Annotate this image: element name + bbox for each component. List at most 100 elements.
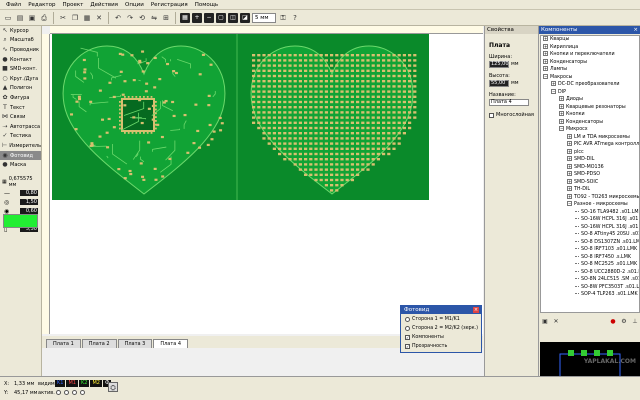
component-folder[interactable]: − DIP: [541, 88, 639, 97]
board-tab[interactable]: Плата 1: [46, 339, 81, 348]
checkbox[interactable]: ✓: [405, 344, 410, 349]
height-input[interactable]: 55,00: [489, 80, 509, 87]
expand-icon[interactable]: +: [559, 103, 564, 109]
tool-pad[interactable]: ● Контакт: [0, 55, 41, 65]
zoom-in-icon[interactable]: +: [192, 12, 202, 23]
save-icon[interactable]: ▣: [541, 318, 549, 326]
component-item[interactable]: SO-8 ATtiny45 20SU .s01: [541, 231, 639, 239]
component-folder[interactable]: + SMD-SOIC: [541, 178, 639, 187]
menu-item[interactable]: Файл: [6, 2, 21, 8]
collapse-icon[interactable]: −: [567, 201, 572, 206]
cut-icon[interactable]: ✂: [58, 13, 68, 23]
grid-icon[interactable]: ▦: [180, 12, 190, 23]
settings-icon[interactable]: ⚙: [620, 318, 628, 326]
tool-cursor[interactable]: ↖ Курсор: [0, 26, 41, 36]
close-icon[interactable]: ×: [473, 307, 479, 313]
tool-photoview[interactable]: ◉ Фотовид: [0, 150, 41, 161]
layer-radio[interactable]: [56, 390, 61, 395]
layer-toggle[interactable]: M1: [66, 380, 78, 387]
expand-icon[interactable]: +: [567, 163, 572, 169]
undo-icon[interactable]: ↶: [113, 13, 123, 23]
record-icon[interactable]: ●: [609, 318, 617, 326]
expand-icon[interactable]: +: [559, 96, 564, 101]
delete-icon[interactable]: ✕: [94, 13, 104, 23]
component-item[interactable]: SO-8N 24LC515 .SM .s01: [541, 276, 639, 284]
zoom-select-icon[interactable]: ◪: [240, 12, 250, 23]
component-folder[interactable]: − Макросы: [541, 73, 639, 82]
align-icon[interactable]: ⊞: [161, 13, 171, 23]
expand-icon[interactable]: +: [543, 58, 548, 64]
component-item[interactable]: SO-8 IRF7450 .s.LMK: [541, 254, 639, 262]
component-folder[interactable]: + Конденсаторы: [541, 58, 639, 67]
component-folder[interactable]: + SMD-DIL: [541, 156, 639, 164]
menu-item[interactable]: Проект: [62, 2, 83, 8]
component-item[interactable]: SO-16W HCPL 316J .s01: [541, 216, 639, 224]
radio-button[interactable]: [405, 326, 410, 331]
component-folder[interactable]: + Кварцы: [541, 36, 639, 44]
tool-ruler[interactable]: ⊢ Измеритель: [0, 141, 41, 151]
expand-icon[interactable]: +: [567, 193, 572, 199]
zoom-level-field[interactable]: 5 мм: [252, 12, 276, 23]
save-icon[interactable]: ▣: [27, 13, 37, 23]
expand-icon[interactable]: +: [567, 148, 572, 154]
layer-toggle[interactable]: K2: [78, 380, 90, 387]
component-folder[interactable]: + Кнопки и переключатели: [541, 51, 639, 59]
param-value-field[interactable]: 0,80: [20, 190, 38, 197]
new-file-icon[interactable]: ▭: [3, 13, 13, 23]
expand-icon[interactable]: +: [559, 111, 564, 116]
rotate-icon[interactable]: ⟲: [137, 13, 147, 23]
component-folder[interactable]: + Диоды: [541, 96, 639, 104]
component-folder[interactable]: + TO92 - TO263 микросхемы: [541, 193, 639, 202]
lock-icon[interactable]: ⚿: [278, 13, 288, 23]
component-folder[interactable]: − Микросх: [541, 126, 639, 134]
expand-icon[interactable]: +: [543, 36, 548, 41]
component-folder[interactable]: + SMD-PDSO: [541, 171, 639, 179]
expand-icon[interactable]: +: [551, 81, 556, 86]
menu-item[interactable]: Опции: [125, 2, 144, 8]
collapse-icon[interactable]: −: [543, 73, 548, 79]
multilayer-checkbox[interactable]: [489, 112, 494, 118]
name-input[interactable]: Плата 4: [489, 99, 529, 106]
photoview-option[interactable]: ✓ Прозрачность: [401, 343, 481, 350]
component-item[interactable]: SO-16W HCPL 316J .s01: [541, 224, 639, 232]
component-folder[interactable]: + Кириллица: [541, 43, 639, 52]
tool-test[interactable]: ✓ Тестика: [0, 132, 41, 142]
radio-button[interactable]: [405, 317, 410, 322]
menu-item[interactable]: Помощь: [195, 2, 218, 8]
expand-icon[interactable]: +: [543, 51, 548, 56]
tool-circle[interactable]: ○ Круг./Дуга: [0, 74, 41, 84]
expand-icon[interactable]: +: [559, 118, 564, 124]
board-canvas[interactable]: [50, 34, 483, 334]
layer-radio[interactable]: [80, 390, 85, 395]
component-folder[interactable]: + PIC AVR ATmega контролл.: [541, 141, 639, 149]
expand-icon[interactable]: +: [567, 156, 572, 161]
component-item[interactable]: SO-8 IRF7103 .s01.LMK: [541, 246, 639, 254]
paste-icon[interactable]: ▦: [82, 13, 92, 23]
tool-track[interactable]: ∿ Проводник: [0, 45, 41, 55]
zoom-board-icon[interactable]: ◫: [228, 12, 238, 23]
tool-text[interactable]: T Текст: [0, 103, 41, 113]
checkbox[interactable]: ✓: [405, 335, 410, 340]
mirror-icon[interactable]: ⇋: [149, 13, 159, 23]
help-icon[interactable]: ?: [290, 13, 300, 23]
component-item[interactable]: SO-16 TLA9482 .s01.LMK: [541, 209, 639, 217]
param-value-field[interactable]: 1,50: [20, 199, 38, 206]
redo-icon[interactable]: ↷: [125, 13, 135, 23]
close-icon[interactable]: ×: [633, 26, 638, 34]
layer-radio[interactable]: [72, 390, 77, 395]
tool-polygon[interactable]: ▲ Полигон: [0, 84, 41, 94]
component-folder[interactable]: + LM и TDA микросхемы: [541, 133, 639, 142]
tool-mask[interactable]: ● Маска: [0, 160, 41, 170]
component-item[interactable]: SO-8 DS1307ZN .s01.LMK: [541, 239, 639, 247]
layer-settings-icon[interactable]: ⛭: [108, 382, 118, 392]
copy-icon[interactable]: ❐: [70, 13, 80, 23]
photoview-option[interactable]: Сторона 1 = M1/K1: [401, 316, 481, 323]
tool-autoroute[interactable]: ⇢ Автотрасса: [0, 122, 41, 132]
component-item[interactable]: SO-8W PFC3503T .s01.LMK: [541, 284, 639, 292]
component-folder[interactable]: + plcc: [541, 148, 639, 157]
component-item[interactable]: SO-8 UCC2880D-2 .s01.LMK: [541, 269, 639, 277]
pin-icon[interactable]: ⊥: [631, 318, 639, 326]
expand-icon[interactable]: +: [543, 43, 548, 49]
board-tab[interactable]: Плата 2: [81, 339, 117, 348]
component-folder[interactable]: + DC-DC преобразователи: [541, 81, 639, 89]
